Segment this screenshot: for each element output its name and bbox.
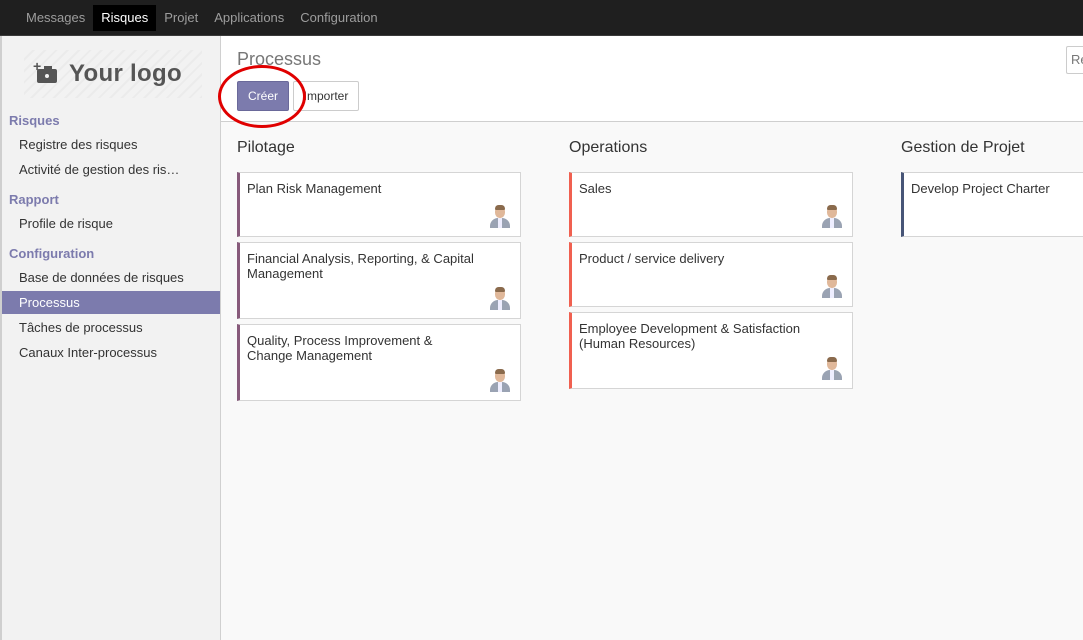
sidebar-item-profile-de-risque[interactable]: Profile de risque (2, 212, 220, 235)
create-button[interactable]: Créer (237, 81, 289, 111)
kanban-card[interactable]: Plan Risk Management (237, 172, 521, 237)
top-navbar: Messages Risques Projet Applications Con… (0, 0, 1083, 36)
control-panel: Processus Créer Importer Re (218, 36, 1083, 128)
main-content: Processus Créer Importer Re Pilotage Pla… (218, 36, 1083, 640)
column-title: Pilotage (237, 139, 295, 156)
menu-risques[interactable]: Risques (93, 5, 157, 31)
menu-applications[interactable]: Applications (206, 5, 292, 31)
user-avatar (488, 286, 512, 310)
card-title: Employee Development & Satisfaction (Hum… (579, 321, 801, 351)
logo-text: Your logo (69, 60, 182, 87)
column-title: Gestion de Projet (901, 139, 1025, 156)
kanban-card[interactable]: Quality, Process Improvement & Change Ma… (237, 324, 521, 401)
kanban-column-operations: Operations Sales Product / service deliv… (569, 138, 853, 394)
card-title: Product / service delivery (579, 251, 725, 266)
kanban-card[interactable]: Employee Development & Satisfaction (Hum… (569, 312, 853, 389)
sidebar-item-processus[interactable]: Processus (2, 291, 220, 314)
card-title: Develop Project Charter (911, 181, 1050, 196)
card-title: Financial Analysis, Reporting, & Capital… (247, 251, 474, 281)
kanban-column-gestion-de-projet: Gestion de Projet Develop Project Charte… (901, 138, 1083, 242)
page-title: Processus (237, 49, 322, 69)
sidebar-item-registre-des-risques[interactable]: Registre des risques (2, 133, 220, 156)
card-title: Sales (579, 181, 612, 196)
column-title: Operations (569, 139, 648, 156)
camera-icon: + (33, 58, 59, 84)
card-title: Quality, Process Improvement & Change Ma… (247, 333, 433, 363)
user-avatar (488, 204, 512, 228)
card-title: Plan Risk Management (247, 181, 382, 196)
kanban-card[interactable]: Financial Analysis, Reporting, & Capital… (237, 242, 521, 319)
kanban-card[interactable]: Product / service delivery (569, 242, 853, 307)
user-avatar (820, 356, 844, 380)
user-avatar (488, 368, 512, 392)
sidebar-section-risques: Risques (9, 113, 60, 128)
sidebar-item-activite-gestion[interactable]: Activité de gestion des ris… (2, 158, 220, 181)
sidebar-item-base-de-donnees[interactable]: Base de données de risques (2, 266, 220, 289)
user-avatar (820, 204, 844, 228)
search-input[interactable]: Re (1066, 46, 1083, 74)
kanban-column-pilotage: Pilotage Plan Risk Management Financial … (237, 138, 521, 406)
sidebar-section-configuration: Configuration (9, 246, 95, 261)
user-avatar (820, 274, 844, 298)
sidebar: + Your logo Risques Registre des risques… (0, 36, 221, 640)
kanban-card[interactable]: Develop Project Charter (901, 172, 1083, 237)
kanban-card[interactable]: Sales (569, 172, 853, 237)
menu-projet[interactable]: Projet (156, 5, 206, 31)
menu-messages[interactable]: Messages (18, 5, 93, 31)
sidebar-item-taches-de-processus[interactable]: Tâches de processus (2, 316, 220, 339)
top-menu: Messages Risques Projet Applications Con… (18, 5, 386, 31)
menu-configuration[interactable]: Configuration (292, 5, 385, 31)
sidebar-item-canaux-inter-processus[interactable]: Canaux Inter-processus (2, 341, 220, 364)
company-logo[interactable]: + Your logo (24, 50, 202, 98)
import-button[interactable]: Importer (293, 81, 359, 111)
sidebar-section-rapport: Rapport (9, 192, 59, 207)
